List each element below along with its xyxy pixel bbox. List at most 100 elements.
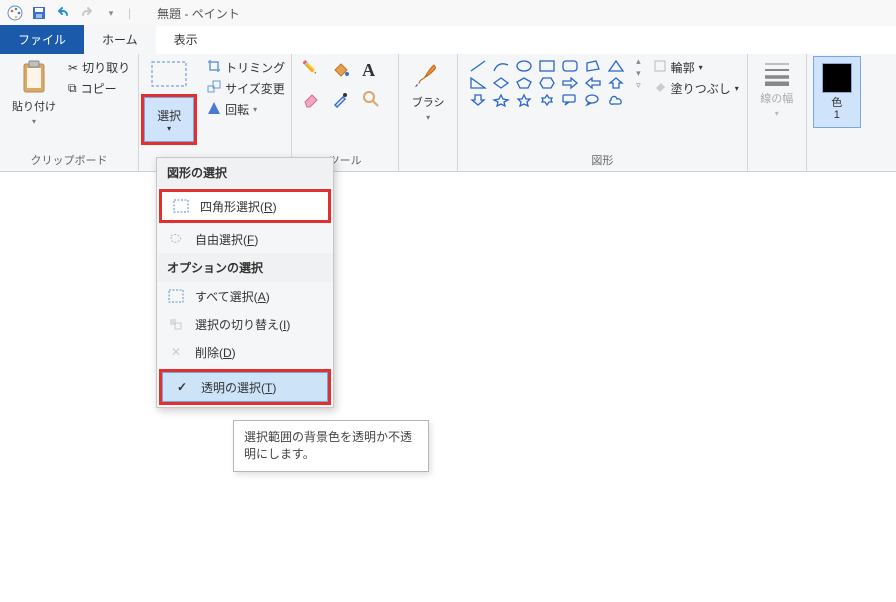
shape-roundrect-icon[interactable]	[561, 59, 579, 73]
dd-transparent-label: 透明の選択(T)	[201, 379, 276, 396]
titlebar: ▾ | 無題 - ペイント	[0, 0, 896, 26]
save-icon[interactable]	[28, 2, 50, 24]
shape-5star-icon[interactable]	[515, 93, 533, 107]
select-label: 選択	[157, 107, 181, 124]
outline-icon	[653, 59, 667, 76]
shapes-scroll-down-icon[interactable]: ▾	[636, 68, 641, 79]
check-icon: ✓	[173, 378, 191, 396]
shape-oval-icon[interactable]	[515, 59, 533, 73]
dd-select-all[interactable]: すべて選択(A)	[157, 282, 333, 310]
shape-pentagon-icon[interactable]	[515, 76, 533, 90]
tab-home[interactable]: ホーム	[84, 25, 156, 54]
chevron-down-icon: ▾	[699, 63, 703, 72]
shape-triangle-icon[interactable]	[607, 59, 625, 73]
dd-free-select-label: 自由選択(F)	[195, 231, 258, 248]
clipboard-icon	[20, 60, 48, 97]
qat-dropdown-icon[interactable]: ▾	[100, 2, 122, 24]
fill-label: 塗りつぶし	[671, 80, 731, 97]
outline-label: 輪郭	[671, 59, 695, 76]
fill-button[interactable]: 塗りつぶし ▾	[651, 79, 741, 98]
shape-callout-cloud-icon[interactable]	[607, 93, 625, 107]
select-dropdown: 図形の選択 四角形選択(R) 自由選択(F) オプションの選択 すべて選択(A)…	[156, 157, 334, 408]
group-linewidth: 線の幅 ▾	[748, 54, 807, 171]
linewidth-icon	[762, 60, 792, 89]
tab-strip: ファイル ホーム 表示	[0, 26, 896, 54]
group-clipboard: 貼り付け ▾ ✂ 切り取り ⧉ コピー クリップボード	[0, 54, 139, 171]
redo-icon[interactable]	[76, 2, 98, 24]
paste-label: 貼り付け	[12, 101, 56, 113]
group-clipboard-label: クリップボード	[6, 150, 132, 171]
tab-view[interactable]: 表示	[156, 25, 216, 54]
ribbon: 貼り付け ▾ ✂ 切り取り ⧉ コピー クリップボード	[0, 54, 896, 172]
shape-polygon-icon[interactable]	[584, 59, 602, 73]
shape-callout-oval-icon[interactable]	[584, 93, 602, 107]
bucket-icon	[653, 80, 667, 97]
dd-section-shape: 図形の選択	[157, 158, 333, 187]
pencil-tool[interactable]: ✏️	[302, 60, 328, 86]
shape-arrow-u-icon[interactable]	[607, 76, 625, 90]
color1-button[interactable]: 色 1	[813, 56, 861, 128]
linewidth-button[interactable]: 線の幅 ▾	[754, 56, 800, 122]
select-button[interactable]: 選択 ▾	[141, 94, 197, 145]
shape-arrow-d-icon[interactable]	[469, 93, 487, 107]
copy-label: コピー	[81, 80, 117, 97]
chevron-down-icon: ▾	[426, 113, 430, 122]
undo-icon[interactable]	[52, 2, 74, 24]
shape-hexagon-icon[interactable]	[538, 76, 556, 90]
shape-diamond-icon[interactable]	[492, 76, 510, 90]
rotate-icon	[207, 101, 221, 118]
dd-delete: ✕ 削除(D)	[157, 338, 333, 366]
canvas[interactable]	[0, 176, 896, 602]
magnifier-tool[interactable]	[362, 90, 388, 116]
shape-rect-icon[interactable]	[538, 59, 556, 73]
shape-arrow-r-icon[interactable]	[561, 76, 579, 90]
tooltip: 選択範囲の背景色を透明か不透明にします。	[233, 420, 429, 472]
free-select-icon	[167, 230, 185, 248]
paste-button[interactable]: 貼り付け ▾	[6, 56, 62, 130]
rect-select-icon	[172, 197, 190, 215]
shapes-expand-icon[interactable]: ▿	[636, 80, 641, 91]
outline-button[interactable]: 輪郭 ▾	[651, 58, 741, 77]
shape-rtri-icon[interactable]	[469, 76, 487, 90]
fill-tool[interactable]	[332, 60, 358, 86]
shape-arrow-l-icon[interactable]	[584, 76, 602, 90]
chevron-down-icon: ▾	[167, 124, 171, 133]
eraser-tool[interactable]	[302, 90, 328, 116]
shape-curve-icon[interactable]	[492, 59, 510, 73]
dd-rect-select[interactable]: 四角形選択(R)	[162, 192, 328, 220]
rotate-button[interactable]: 回転 ▾	[205, 100, 287, 119]
select-all-icon	[167, 287, 185, 305]
shape-6star-icon[interactable]	[538, 93, 556, 107]
paint-icon	[4, 2, 26, 24]
resize-button[interactable]: サイズ変更	[205, 79, 287, 98]
group-shapes-label: 図形	[464, 150, 741, 171]
group-image: 選択 ▾ トリミング サイズ変更 回転 ▾	[139, 54, 292, 171]
shape-line-icon[interactable]	[469, 59, 487, 73]
shape-callout-rect-icon[interactable]	[561, 93, 579, 107]
group-color1: 色 1	[807, 54, 867, 171]
brush-icon	[413, 60, 443, 93]
shapes-gallery[interactable]	[464, 56, 630, 110]
chevron-down-icon: ▾	[32, 117, 36, 126]
invert-icon	[167, 315, 185, 333]
dd-rect-select-label: 四角形選択(R)	[200, 198, 277, 215]
copy-button[interactable]: ⧉ コピー	[66, 79, 132, 98]
delete-icon: ✕	[167, 343, 185, 361]
copy-icon: ⧉	[68, 81, 77, 96]
shapes-scroll-up-icon[interactable]: ▴	[636, 56, 641, 67]
rotate-label: 回転	[225, 101, 249, 118]
cut-label: 切り取り	[82, 59, 130, 76]
text-tool[interactable]: A	[362, 60, 388, 86]
brush-button[interactable]: ブラシ ▾	[405, 56, 451, 126]
group-brushes-label	[405, 154, 451, 171]
crop-button[interactable]: トリミング	[205, 58, 287, 77]
selection-rect-icon	[151, 61, 187, 90]
dd-free-select[interactable]: 自由選択(F)	[157, 225, 333, 253]
picker-tool[interactable]	[332, 90, 358, 116]
cut-button[interactable]: ✂ 切り取り	[66, 58, 132, 77]
dd-transparent-select[interactable]: ✓ 透明の選択(T)	[162, 372, 328, 402]
window-title: 無題 - ペイント	[157, 5, 240, 22]
shape-4star-icon[interactable]	[492, 93, 510, 107]
tab-file[interactable]: ファイル	[0, 25, 84, 54]
group-brushes: ブラシ ▾	[399, 54, 458, 171]
